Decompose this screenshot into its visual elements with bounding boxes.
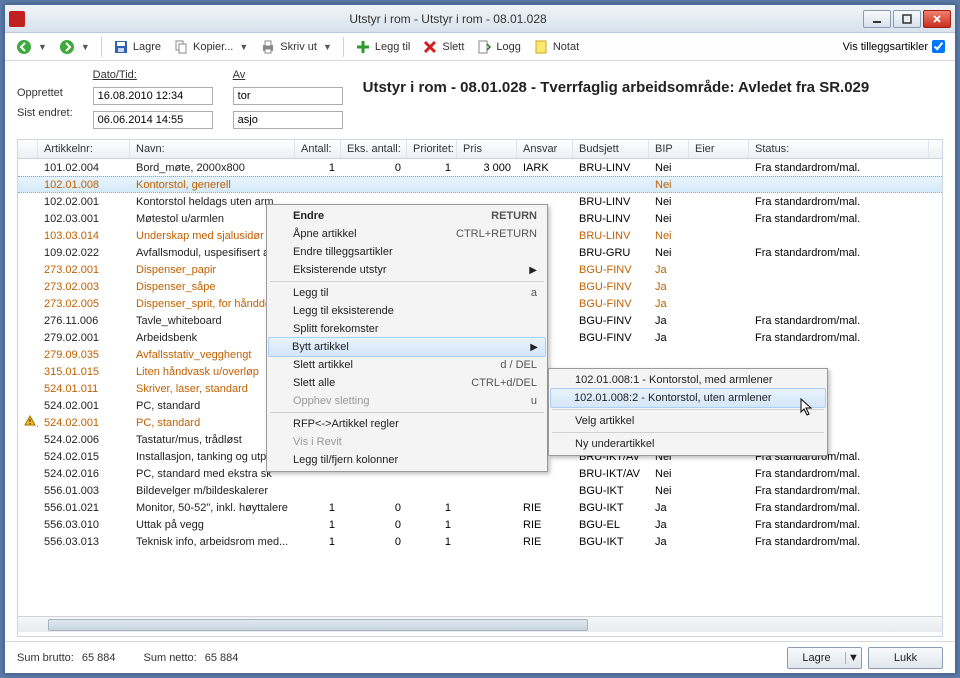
submenu-item[interactable]: Velg artikkel [551, 412, 825, 430]
close-dialog-button[interactable]: Lukk [868, 647, 943, 669]
context-submenu[interactable]: 102.01.008:1 - Kontorstol, med armlener1… [548, 368, 828, 456]
col-antall[interactable]: Antall: [295, 140, 341, 158]
status-bar: Sum brutto: 65 884 Sum netto: 65 884 Lag… [5, 641, 955, 673]
save-split-button[interactable]: Lagre ▼ [787, 647, 862, 669]
table-row[interactable]: 556.01.003Bildevelger m/bildeskalererBGU… [18, 482, 942, 499]
toolbar: ▼ ▼ Lagre Kopier...▼ Skriv ut▼ Legg til … [5, 33, 955, 61]
modified-label: Sist endret: [17, 107, 73, 119]
col-ansvar[interactable]: Ansvar [517, 140, 573, 158]
col-navn[interactable]: Navn: [130, 140, 295, 158]
submenu-item[interactable]: 102.01.008:2 - Kontorstol, uten armlener [550, 388, 826, 408]
menu-item[interactable]: Slett artikkeld / DEL [269, 356, 545, 374]
app-icon [9, 11, 25, 27]
col-status[interactable]: Status: [749, 140, 929, 158]
col-budsjett[interactable]: Budsjett [573, 140, 649, 158]
add-button[interactable]: Legg til [350, 36, 415, 58]
log-button[interactable]: Logg [471, 36, 525, 58]
menu-item[interactable]: Åpne artikkelCTRL+RETURN [269, 225, 545, 243]
window-title: Utstyr i rom - Utstyr i rom - 08.01.028 [33, 12, 863, 26]
menu-item[interactable]: Slett alleCTRL+d/DEL [269, 374, 545, 392]
context-menu[interactable]: EndreRETURNÅpne artikkelCTRL+RETURNEndre… [266, 204, 548, 472]
page-title: Utstyr i rom - 08.01.028 - Tverrfaglig a… [363, 69, 943, 129]
datetime-header: Dato/Tid: [93, 69, 213, 81]
sum-brutto-value: 65 884 [82, 652, 116, 664]
submenu-item[interactable]: 102.01.008:1 - Kontorstol, med armlener [551, 371, 825, 389]
save-dropdown-arrow[interactable]: ▼ [845, 652, 861, 664]
col-pris[interactable]: Pris [457, 140, 517, 158]
print-button[interactable]: Skriv ut▼ [255, 36, 337, 58]
menu-item: Vis i Revit [269, 433, 545, 451]
table-row[interactable]: 556.01.021Monitor, 50-52", inkl. høyttal… [18, 499, 942, 516]
created-by-input[interactable] [233, 87, 343, 105]
copy-button[interactable]: Kopier...▼ [168, 36, 253, 58]
menu-item[interactable]: RFP<->Artikkel regler [269, 415, 545, 433]
menu-item[interactable]: Legg til/fjern kolonner [269, 451, 545, 469]
table-header: Artikkelnr: Navn: Antall: Eks. antall: P… [18, 140, 942, 159]
show-extras-toggle[interactable]: Vis tilleggsartikler [839, 40, 949, 53]
scrollbar-thumb[interactable] [48, 619, 588, 631]
modified-by-input[interactable] [233, 111, 343, 129]
forward-button[interactable]: ▼ [54, 36, 95, 58]
modified-date-input[interactable] [93, 111, 213, 129]
cursor-icon [800, 398, 816, 418]
col-eks-antall[interactable]: Eks. antall: [341, 140, 407, 158]
show-extras-checkbox[interactable] [932, 40, 945, 53]
save-button[interactable]: Lagre [108, 36, 166, 58]
created-label: Opprettet [17, 87, 73, 99]
menu-item[interactable]: Legg til eksisterende [269, 302, 545, 320]
by-header: Av [233, 69, 343, 81]
col-eier[interactable]: Eier [689, 140, 749, 158]
menu-item[interactable]: Splitt forekomster [269, 320, 545, 338]
menu-item[interactable]: Bytt artikkel▶ [268, 337, 546, 357]
meta-panel: Opprettet Sist endret: Dato/Tid: Av Utst… [5, 61, 955, 133]
menu-item[interactable]: Eksisterende utstyr▶ [269, 261, 545, 279]
maximize-button[interactable] [893, 10, 921, 28]
submenu-item[interactable]: Ny underartikkel [551, 435, 825, 453]
menu-item: Opphev slettingu [269, 392, 545, 410]
horizontal-scrollbar[interactable] [18, 616, 942, 632]
col-bip[interactable]: BIP [649, 140, 689, 158]
sum-netto-value: 65 884 [205, 652, 239, 664]
table-row[interactable]: 556.03.013Teknisk info, arbeidsrom med..… [18, 533, 942, 550]
menu-item[interactable]: Legg tila [269, 284, 545, 302]
table-row[interactable]: 101.02.004Bord_møte, 2000x8001013 000IAR… [18, 159, 942, 176]
note-button[interactable]: Notat [528, 36, 584, 58]
titlebar: Utstyr i rom - Utstyr i rom - 08.01.028 [5, 5, 955, 33]
table-row[interactable]: 556.03.010Uttak på vegg101RIEBGU-ELJaFra… [18, 516, 942, 533]
menu-item[interactable]: EndreRETURN [269, 207, 545, 225]
created-date-input[interactable] [93, 87, 213, 105]
col-artikkelnr[interactable]: Artikkelnr: [38, 140, 130, 158]
col-prioritet[interactable]: Prioritet: [407, 140, 457, 158]
sum-brutto-label: Sum brutto: [17, 652, 74, 664]
sum-netto-label: Sum netto: [144, 652, 197, 664]
back-button[interactable]: ▼ [11, 36, 52, 58]
delete-button[interactable]: Slett [417, 36, 469, 58]
table-row[interactable]: 102.01.008Kontorstol, generellNei [18, 176, 942, 193]
minimize-button[interactable] [863, 10, 891, 28]
close-button[interactable] [923, 10, 951, 28]
menu-item[interactable]: Endre tilleggsartikler [269, 243, 545, 261]
